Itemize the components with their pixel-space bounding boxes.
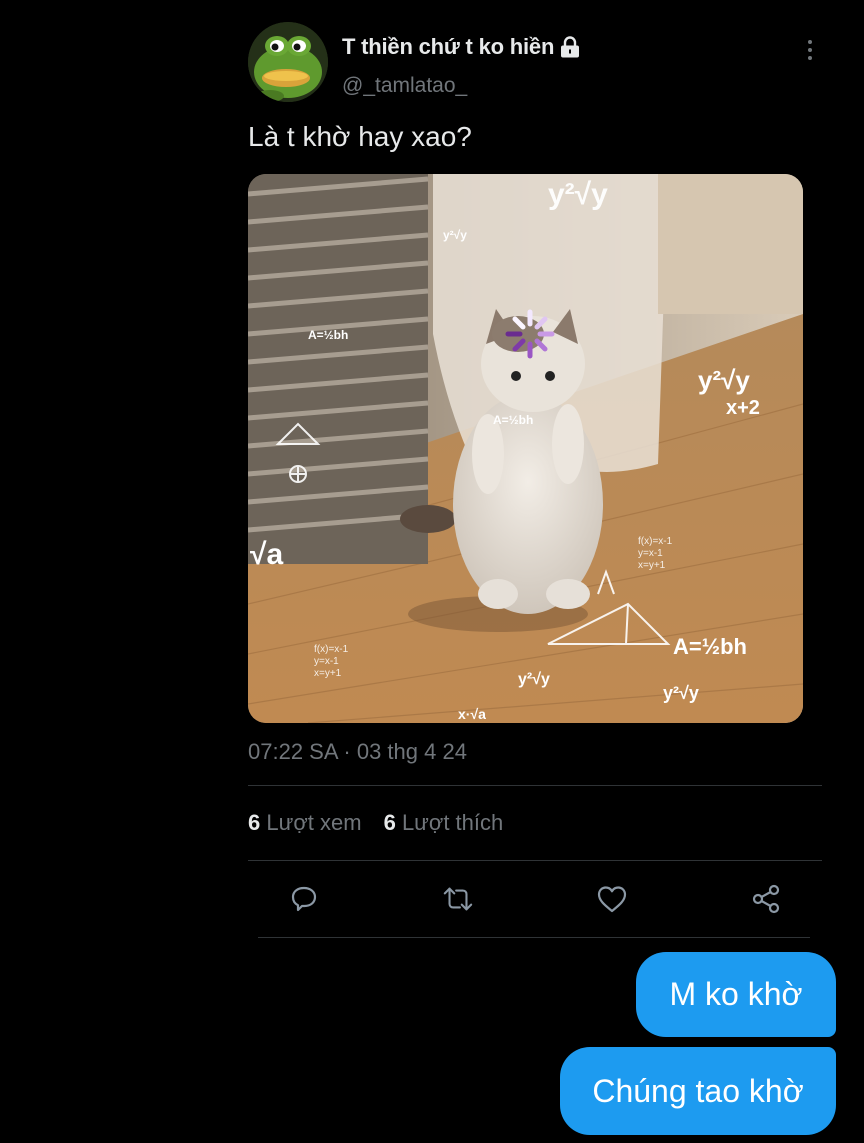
formula-text: x=y+1: [314, 668, 342, 679]
formula-text: y=x-1: [638, 548, 663, 559]
retweet-icon[interactable]: [442, 883, 474, 915]
formula-text: y²√y: [698, 365, 750, 395]
message-bubble[interactable]: M ko khờ: [636, 952, 836, 1037]
user-handle[interactable]: @_tamlatao_: [342, 74, 467, 98]
lock-icon: [560, 36, 580, 58]
reply-icon[interactable]: [288, 883, 320, 915]
formula-text: y²√y: [663, 683, 699, 703]
likes-count: 6: [383, 810, 396, 835]
tweet-image[interactable]: y²√y y²√y x+2 A=½bh √a y²√y y²√y x·√a A=…: [248, 174, 803, 723]
avatar[interactable]: [248, 22, 328, 102]
formula-text: x·√a: [458, 706, 486, 722]
name-row: T thiền chứ t ko hiền: [342, 34, 580, 60]
tweet-timestamp[interactable]: 07:22 SA · 03 thg 4 24: [248, 739, 822, 765]
views-count: 6: [248, 810, 261, 835]
formula-text: A=½bh: [493, 413, 533, 427]
display-name[interactable]: T thiền chứ t ko hiền: [342, 34, 554, 60]
formula-text: f(x)=x-1: [314, 644, 349, 655]
formula-text: y²√y: [443, 228, 467, 242]
tweet-card: T thiền chứ t ko hiền @_tamlatao_ Là t k…: [248, 22, 822, 937]
formula-text: x+2: [726, 397, 760, 419]
likes-label: Lượt thích: [401, 810, 504, 835]
formula-text: x=y+1: [638, 560, 666, 571]
tweet-header: T thiền chứ t ko hiền @_tamlatao_: [248, 22, 822, 106]
views-stat[interactable]: 6 Lượt xem: [248, 810, 362, 836]
formula-text: √a: [250, 538, 283, 571]
formula-text: y=x-1: [314, 656, 339, 667]
heart-icon[interactable]: [596, 883, 628, 915]
formula-text: y²√y: [518, 671, 550, 688]
divider: [258, 937, 810, 938]
message-bubble[interactable]: Chúng tao khờ: [560, 1047, 836, 1135]
formula-text: A=½bh: [308, 328, 348, 342]
formula-text: A=½bh: [673, 634, 747, 659]
message-text: Chúng tao khờ: [592, 1072, 804, 1109]
formula-text: f(x)=x-1: [638, 536, 673, 547]
likes-stat[interactable]: 6 Lượt thích: [384, 810, 504, 836]
tweet-text: Là t khờ hay xao?: [248, 121, 472, 152]
more-vertical-icon[interactable]: [798, 38, 822, 62]
views-label: Lượt xem: [266, 810, 362, 835]
tweet-stats: 6 Lượt xem 6 Lượt thích: [248, 786, 822, 860]
formula-text: y²√y: [548, 178, 608, 211]
message-text: M ko khờ: [669, 976, 803, 1012]
share-icon[interactable]: [750, 883, 782, 915]
tweet-actions: [248, 861, 822, 937]
